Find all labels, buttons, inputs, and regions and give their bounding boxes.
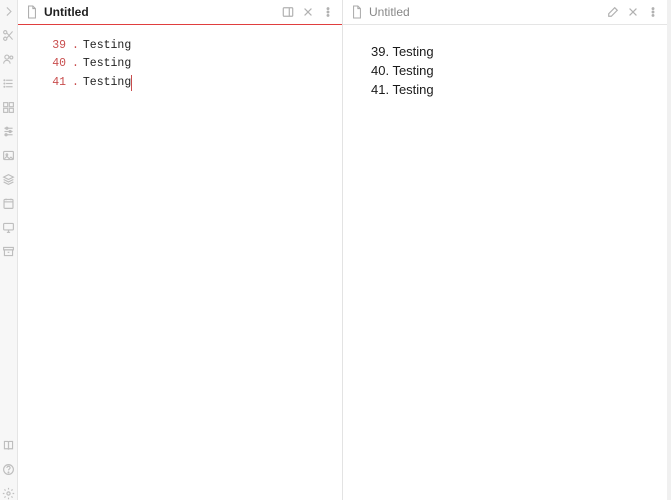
list-marker: . bbox=[72, 37, 79, 55]
users-icon[interactable] bbox=[2, 52, 16, 66]
editor-line[interactable]: 40.Testing bbox=[38, 55, 332, 73]
close-icon[interactable] bbox=[625, 4, 641, 20]
editor-pane: Untitled 39.Testing40.Testing41.Testing bbox=[18, 0, 343, 500]
monitor-icon[interactable] bbox=[2, 220, 16, 234]
editor-body[interactable]: 39.Testing40.Testing41.Testing bbox=[18, 25, 342, 500]
image-icon[interactable] bbox=[2, 148, 16, 162]
grid-icon[interactable] bbox=[2, 100, 16, 114]
preview-tab-title[interactable]: Untitled bbox=[369, 5, 601, 19]
preview-body: 39. Testing40. Testing41. Testing bbox=[343, 25, 667, 500]
list-marker: . bbox=[72, 55, 79, 73]
scissors-icon[interactable] bbox=[2, 28, 16, 42]
preview-pane: Untitled 39. Testing40. Testing41. Testi… bbox=[343, 0, 667, 500]
split-panes: Untitled 39.Testing40.Testing41.Testing bbox=[18, 0, 667, 500]
line-text[interactable]: Testing bbox=[83, 37, 131, 55]
document-icon bbox=[26, 5, 38, 19]
editor-line[interactable]: 39.Testing bbox=[38, 37, 332, 55]
right-gutter bbox=[667, 0, 671, 500]
more-icon[interactable] bbox=[645, 4, 661, 20]
close-icon[interactable] bbox=[300, 4, 316, 20]
settings-icon[interactable] bbox=[2, 486, 16, 500]
help-icon[interactable] bbox=[2, 462, 16, 476]
book-icon[interactable] bbox=[2, 438, 16, 452]
activity-sidebar bbox=[0, 0, 18, 500]
document-icon bbox=[351, 5, 363, 19]
sliders-icon[interactable] bbox=[2, 124, 16, 138]
edit-icon[interactable] bbox=[605, 4, 621, 20]
preview-line: 41. Testing bbox=[371, 81, 639, 100]
line-text[interactable]: Testing bbox=[83, 55, 131, 73]
editor-tab-title[interactable]: Untitled bbox=[44, 5, 276, 19]
line-number: 39 bbox=[38, 37, 66, 55]
list-icon[interactable] bbox=[2, 76, 16, 90]
app-root: Untitled 39.Testing40.Testing41.Testing bbox=[0, 0, 671, 500]
line-number: 40 bbox=[38, 55, 66, 73]
preview-line: 39. Testing bbox=[371, 43, 639, 62]
calendar-icon[interactable] bbox=[2, 196, 16, 210]
more-icon[interactable] bbox=[320, 4, 336, 20]
line-number: 41 bbox=[38, 74, 66, 92]
editor-line[interactable]: 41.Testing bbox=[38, 74, 332, 92]
preview-line: 40. Testing bbox=[371, 62, 639, 81]
editor-tabbar: Untitled bbox=[18, 0, 342, 25]
list-marker: . bbox=[72, 74, 79, 92]
line-text[interactable]: Testing bbox=[83, 74, 131, 92]
panel-toggle-icon[interactable] bbox=[280, 4, 296, 20]
archive-icon[interactable] bbox=[2, 244, 16, 258]
chevron-right-icon[interactable] bbox=[2, 4, 16, 18]
preview-tabbar: Untitled bbox=[343, 0, 667, 25]
layers-icon[interactable] bbox=[2, 172, 16, 186]
